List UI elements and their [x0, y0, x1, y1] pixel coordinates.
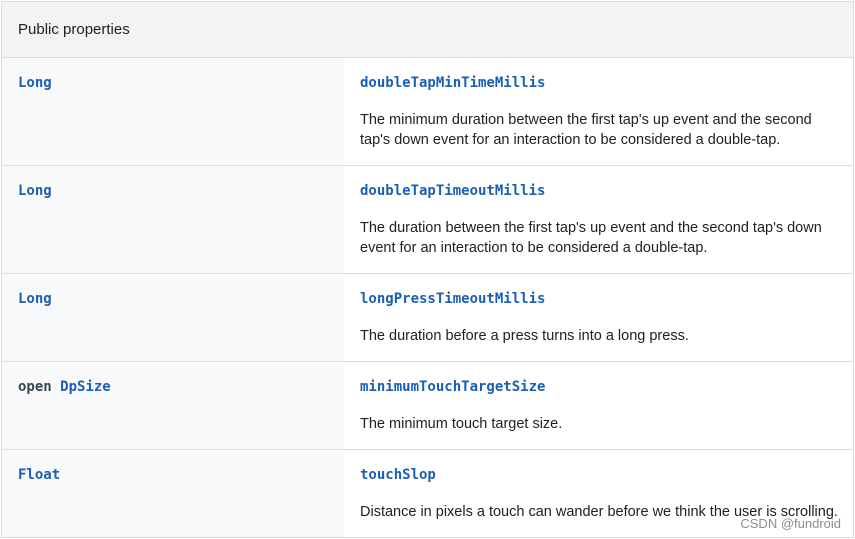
- property-name-link[interactable]: longPressTimeoutMillis: [360, 291, 843, 308]
- type-link[interactable]: Long: [18, 291, 52, 307]
- table-row: open DpSize minimumTouchTargetSize The m…: [2, 362, 853, 450]
- property-description: The duration between the first tap's up …: [360, 220, 822, 256]
- property-description: The duration before a press turns into a…: [360, 328, 689, 344]
- type-link[interactable]: Float: [18, 467, 60, 483]
- type-link[interactable]: DpSize: [60, 379, 111, 395]
- type-cell: Long: [2, 274, 344, 361]
- table-row: Float touchSlop Distance in pixels a tou…: [2, 450, 853, 538]
- type-cell: Float: [2, 450, 344, 537]
- description-cell: doubleTapTimeoutMillis The duration betw…: [344, 166, 853, 273]
- property-description: The minimum duration between the first t…: [360, 112, 812, 148]
- description-cell: longPressTimeoutMillis The duration befo…: [344, 274, 853, 361]
- description-cell: minimumTouchTargetSize The minimum touch…: [344, 362, 853, 449]
- table-header: Public properties: [2, 2, 853, 58]
- table-row: Long longPressTimeoutMillis The duration…: [2, 274, 853, 362]
- property-name-link[interactable]: doubleTapMinTimeMillis: [360, 75, 843, 92]
- type-cell: Long: [2, 58, 344, 165]
- type-cell: open DpSize: [2, 362, 344, 449]
- type-modifier: open: [18, 379, 61, 395]
- table-row: Long doubleTapMinTimeMillis The minimum …: [2, 58, 853, 166]
- property-name-link[interactable]: minimumTouchTargetSize: [360, 379, 843, 396]
- table-header-title: Public properties: [18, 21, 130, 38]
- description-cell: doubleTapMinTimeMillis The minimum durat…: [344, 58, 853, 165]
- property-name-link[interactable]: touchSlop: [360, 467, 843, 484]
- type-link[interactable]: Long: [18, 75, 52, 91]
- property-name-link[interactable]: doubleTapTimeoutMillis: [360, 183, 843, 200]
- watermark: CSDN @fundroid: [740, 516, 841, 531]
- public-properties-table: Public properties Long doubleTapMinTimeM…: [1, 1, 854, 538]
- table-row: Long doubleTapTimeoutMillis The duration…: [2, 166, 853, 274]
- property-description: The minimum touch target size.: [360, 416, 563, 432]
- type-cell: Long: [2, 166, 344, 273]
- type-link[interactable]: Long: [18, 183, 52, 199]
